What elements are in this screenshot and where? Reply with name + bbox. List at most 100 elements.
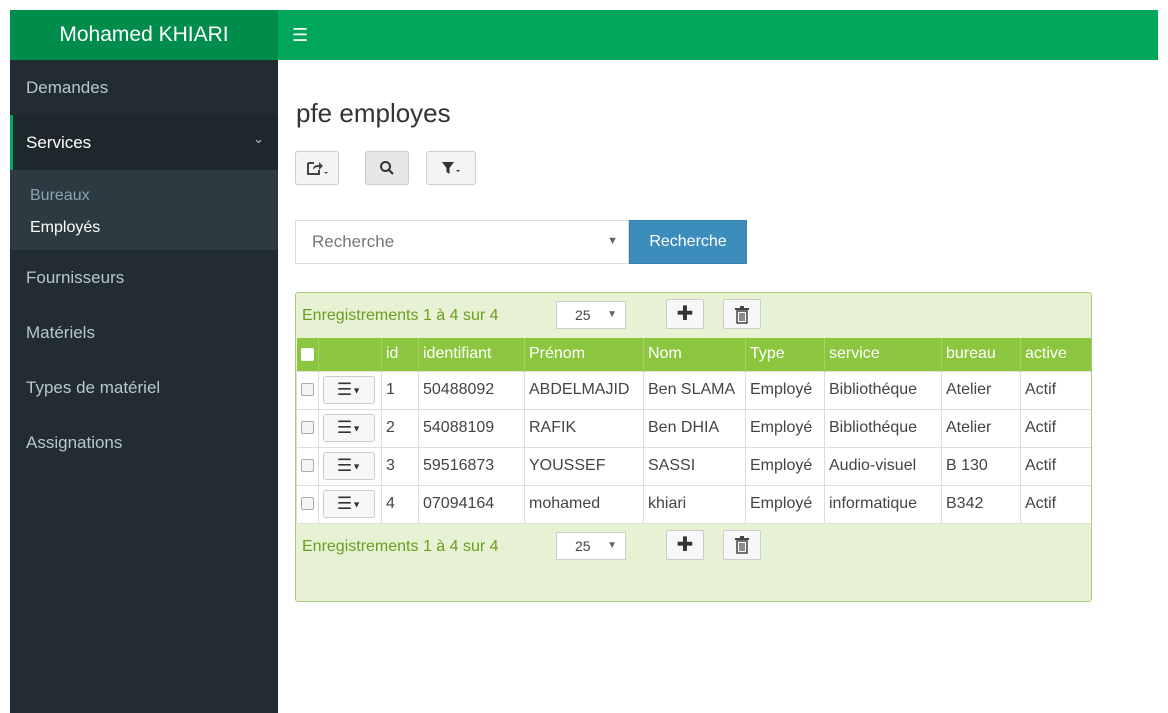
row-actions-button[interactable]: ☰▼ [323, 490, 375, 518]
plus-icon: ✚ [676, 533, 694, 556]
column-header[interactable]: Type [745, 338, 825, 371]
caret-down-icon[interactable]: ▼ [607, 235, 618, 247]
table-cell: Ben DHIA [643, 408, 746, 448]
table-cell: 54088109 [418, 408, 525, 448]
sidebar-subitem-bureaux[interactable]: Bureaux [10, 180, 278, 212]
page-size-select[interactable]: 25 ▼ [556, 531, 626, 560]
table-cell: mohamed [524, 484, 644, 524]
column-header[interactable]: bureau [941, 338, 1021, 371]
search-input[interactable] [296, 221, 586, 263]
caret-down-icon: ▼ [607, 539, 617, 551]
select-all-cell [296, 338, 319, 371]
table-cell: 2 [381, 408, 419, 448]
services-submenu: Bureaux Employés [10, 170, 278, 250]
trash-icon [735, 305, 749, 324]
table-cell: Actif [1020, 408, 1091, 448]
table-cell: YOUSSEF [524, 446, 644, 486]
grid-bottom-bar: Enregistrements 1 à 4 sur 4 25 ▼ ✚ [296, 524, 1091, 569]
add-button[interactable]: ✚ [666, 529, 704, 560]
menu-icon: ☰ [336, 418, 353, 437]
column-header[interactable]: identifiant [418, 338, 525, 371]
column-header[interactable]: service [824, 338, 942, 371]
sidebar-subitem-employes[interactable]: Employés [10, 212, 278, 244]
search-toggle-button[interactable] [365, 151, 409, 185]
row-checkbox[interactable] [301, 459, 314, 473]
row-checkbox[interactable] [301, 497, 314, 511]
table-row[interactable]: ☰▼ 4 07094164 mohamed khiari Employé inf… [296, 484, 1091, 524]
table-cell: Actif [1020, 446, 1091, 486]
menu-icon: ☰ [336, 380, 353, 399]
brand-logo[interactable]: Mohamed KHIARI [10, 10, 278, 60]
search-icon [380, 161, 394, 175]
table-cell: 3 [381, 446, 419, 486]
chevron-down-icon: ⌄ [253, 131, 264, 146]
sidebar-item-fournisseurs[interactable]: Fournisseurs [10, 250, 278, 305]
column-header[interactable]: id [381, 338, 419, 371]
column-header[interactable]: Prénom [524, 338, 644, 371]
table-cell: Actif [1020, 484, 1091, 524]
table-cell: Ben SLAMA [643, 370, 746, 410]
filter-button[interactable] [426, 151, 476, 185]
table-cell: Bibliothéque [824, 408, 942, 448]
row-checkbox[interactable] [301, 383, 314, 397]
add-button[interactable]: ✚ [666, 299, 704, 329]
table-cell: B342 [941, 484, 1021, 524]
row-actions-button[interactable]: ☰▼ [323, 414, 375, 442]
table-cell: Atelier [941, 408, 1021, 448]
top-navbar: Mohamed KHIARI ☰ [10, 10, 1158, 60]
table-cell: 50488092 [418, 370, 525, 410]
delete-button[interactable] [723, 299, 761, 329]
page-title: pfe employes [296, 98, 451, 128]
table-cell: Employé [745, 484, 825, 524]
actions-header [318, 338, 382, 371]
sidebar-item-types-materiel[interactable]: Types de matériel [10, 360, 278, 415]
page-size-select[interactable]: 25 ▼ [556, 301, 626, 329]
sidebar-item-services[interactable]: Services ⌄ [10, 115, 278, 170]
table-row[interactable]: ☰▼ 2 54088109 RAFIK Ben DHIA Employé Bib… [296, 408, 1091, 448]
table-row[interactable]: ☰▼ 3 59516873 YOUSSEF SASSI Employé Audi… [296, 446, 1091, 486]
table-cell: ABDELMAJID [524, 370, 644, 410]
grid-top-bar: Enregistrements 1 à 4 sur 4 25 ▼ ✚ [296, 293, 1091, 338]
row-checkbox[interactable] [301, 421, 314, 435]
table-cell: SASSI [643, 446, 746, 486]
hamburger-icon[interactable]: ☰ [292, 10, 308, 60]
row-actions-button[interactable]: ☰▼ [323, 376, 375, 404]
delete-button[interactable] [723, 529, 761, 560]
table-cell: Employé [745, 408, 825, 448]
table-cell: Employé [745, 370, 825, 410]
caret-down-icon: ▼ [607, 309, 617, 320]
table-header-row: id identifiant Prénom Nom Type service b… [296, 338, 1091, 371]
table-cell: informatique [824, 484, 942, 524]
trash-icon [735, 536, 749, 554]
table-row[interactable]: ☰▼ 1 50488092 ABDELMAJID Ben SLAMA Emplo… [296, 370, 1091, 410]
main-content: pfe employes ▼ Recherche Enregistrements… [278, 60, 1158, 713]
plus-icon: ✚ [676, 303, 694, 325]
table-cell: RAFIK [524, 408, 644, 448]
employees-table: id identifiant Prénom Nom Type service b… [296, 338, 1091, 524]
table-cell: Employé [745, 446, 825, 486]
sidebar-item-assignations[interactable]: Assignations [10, 415, 278, 470]
export-button[interactable] [295, 151, 339, 185]
table-cell: khiari [643, 484, 746, 524]
search-combobox: ▼ [295, 220, 629, 264]
sidebar-item-materiels[interactable]: Matériels [10, 305, 278, 360]
table-cell: Actif [1020, 370, 1091, 410]
table-cell: Audio-visuel [824, 446, 942, 486]
table-cell: B 130 [941, 446, 1021, 486]
records-info: Enregistrements 1 à 4 sur 4 [302, 537, 499, 555]
records-info: Enregistrements 1 à 4 sur 4 [302, 307, 499, 324]
row-actions-button[interactable]: ☰▼ [323, 452, 375, 480]
filter-icon [442, 162, 460, 175]
data-grid: Enregistrements 1 à 4 sur 4 25 ▼ ✚ id id… [295, 292, 1092, 602]
sidebar-item-demandes[interactable]: Demandes [10, 60, 278, 115]
sidebar: Demandes Services ⌄ Bureaux Employés Fou… [10, 60, 278, 713]
search-button[interactable]: Recherche [629, 220, 747, 264]
table-cell: Bibliothéque [824, 370, 942, 410]
table-cell: 59516873 [418, 446, 525, 486]
table-cell: Atelier [941, 370, 1021, 410]
menu-icon: ☰ [336, 494, 353, 513]
column-header[interactable]: Nom [643, 338, 746, 371]
table-cell: 07094164 [418, 484, 525, 524]
column-header[interactable]: active [1020, 338, 1091, 371]
select-all-checkbox[interactable] [300, 347, 314, 361]
